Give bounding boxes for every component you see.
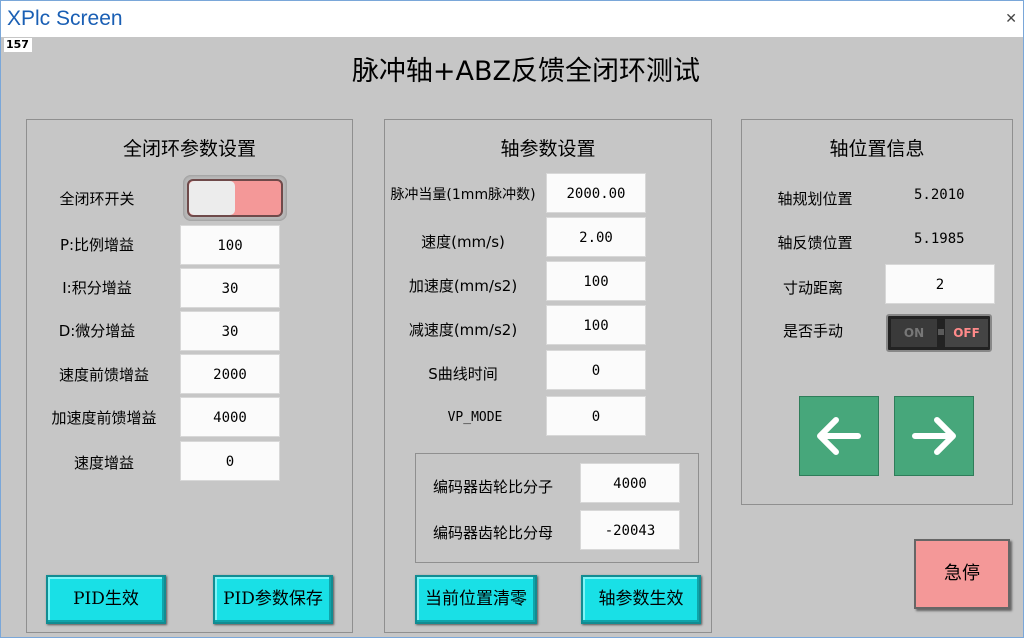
velocity-gain-label: 速度增益 <box>73 454 134 472</box>
closed-loop-switch-label: 全闭环开关 <box>59 190 135 208</box>
acceleration-label: 加速度(mm/s2) <box>408 277 518 295</box>
deceleration-label: 减速度(mm/s2) <box>408 321 518 339</box>
speed-input[interactable]: 2.00 <box>546 217 646 257</box>
axis-params-panel: 轴参数设置 脉冲当量(1mm脉冲数) 2000.00 速度(mm/s) 2.00… <box>384 119 712 633</box>
toggle-off-text: OFF <box>953 326 980 340</box>
axis-apply-button[interactable]: 轴参数生效 <box>581 575 701 624</box>
vp-mode-label: VP_MODE <box>447 410 503 425</box>
feedback-position-value: 5.1985 <box>914 231 965 247</box>
feedback-position-label: 轴反馈位置 <box>777 234 853 252</box>
switch-knob <box>189 181 235 215</box>
title-bar: XPlc Screen ✕ <box>1 1 1023 37</box>
accel-ff-label: 加速度前馈增益 <box>51 409 157 427</box>
jog-distance-label: 寸动距离 <box>782 279 843 297</box>
panel-title: 轴参数设置 <box>500 138 596 160</box>
jog-left-button[interactable] <box>799 396 879 476</box>
acceleration-input[interactable]: 100 <box>546 261 646 301</box>
velocity-gain-input[interactable]: 0 <box>180 441 280 481</box>
encoder-numerator-label: 编码器齿轮比分子 <box>432 478 553 496</box>
pulse-equivalent-input[interactable]: 2000.00 <box>546 173 646 213</box>
velocity-ff-input[interactable]: 2000 <box>180 354 280 394</box>
p-gain-input[interactable]: 100 <box>180 225 280 265</box>
panel-title: 全闭环参数设置 <box>122 138 256 160</box>
velocity-ff-label: 速度前馈增益 <box>58 366 149 384</box>
encoder-numerator-input[interactable]: 4000 <box>580 463 680 503</box>
s-curve-input[interactable]: 0 <box>546 350 646 390</box>
toggle-on-half: ON <box>891 319 937 347</box>
clear-position-button[interactable]: 当前位置清零 <box>415 575 537 624</box>
toggle-on-text: ON <box>903 326 925 340</box>
jog-right-button[interactable] <box>894 396 974 476</box>
pid-apply-button[interactable]: PID生效 <box>46 575 166 624</box>
speed-label: 速度(mm/s) <box>421 233 505 251</box>
planned-position-label: 轴规划位置 <box>777 190 853 208</box>
toggle-off-half: OFF <box>945 319 988 347</box>
jog-distance-input[interactable]: 2 <box>885 264 995 304</box>
page-title: 脉冲轴+ABZ反馈全闭环测试 <box>351 56 701 87</box>
d-gain-label: D:微分增益 <box>58 322 136 340</box>
axis-position-panel: 轴位置信息 轴规划位置 5.2010 轴反馈位置 5.1985 寸动距离 2 是… <box>741 119 1013 505</box>
closed-loop-switch[interactable] <box>183 175 287 221</box>
arrow-right-icon <box>912 417 956 455</box>
app-window: XPlc Screen ✕ 157 脉冲轴+ABZ反馈全闭环测试 全闭环参数设置… <box>0 0 1024 638</box>
d-gain-input[interactable]: 30 <box>180 311 280 351</box>
i-gain-label: I:积分增益 <box>62 279 132 297</box>
pulse-equivalent-label: 脉冲当量(1mm脉冲数) <box>390 187 536 203</box>
close-icon[interactable]: ✕ <box>1005 11 1017 27</box>
encoder-group: 编码器齿轮比分子 4000 编码器齿轮比分母 -20043 <box>415 453 699 563</box>
window-title: XPlc Screen <box>7 7 123 30</box>
panel-title: 轴位置信息 <box>829 138 925 160</box>
emergency-stop-button[interactable]: 急停 <box>914 539 1010 609</box>
p-gain-label: P:比例增益 <box>59 236 135 254</box>
planned-position-value: 5.2010 <box>914 187 965 203</box>
manual-mode-label: 是否手动 <box>782 322 843 340</box>
manual-mode-toggle[interactable]: ON OFF <box>886 314 992 352</box>
accel-ff-input[interactable]: 4000 <box>180 397 280 437</box>
encoder-denominator-label: 编码器齿轮比分母 <box>432 524 553 542</box>
encoder-denominator-input[interactable]: -20043 <box>580 510 680 550</box>
closed-loop-panel: 全闭环参数设置 全闭环开关 P:比例增益 100 I:积分增益 30 D:微分增… <box>26 119 353 633</box>
pid-save-button[interactable]: PID参数保存 <box>213 575 333 624</box>
i-gain-input[interactable]: 30 <box>180 268 280 308</box>
arrow-left-icon <box>817 417 861 455</box>
s-curve-label: S曲线时间 <box>428 365 498 383</box>
deceleration-input[interactable]: 100 <box>546 305 646 345</box>
vp-mode-input[interactable]: 0 <box>546 396 646 436</box>
toggle-indicator <box>938 329 944 335</box>
